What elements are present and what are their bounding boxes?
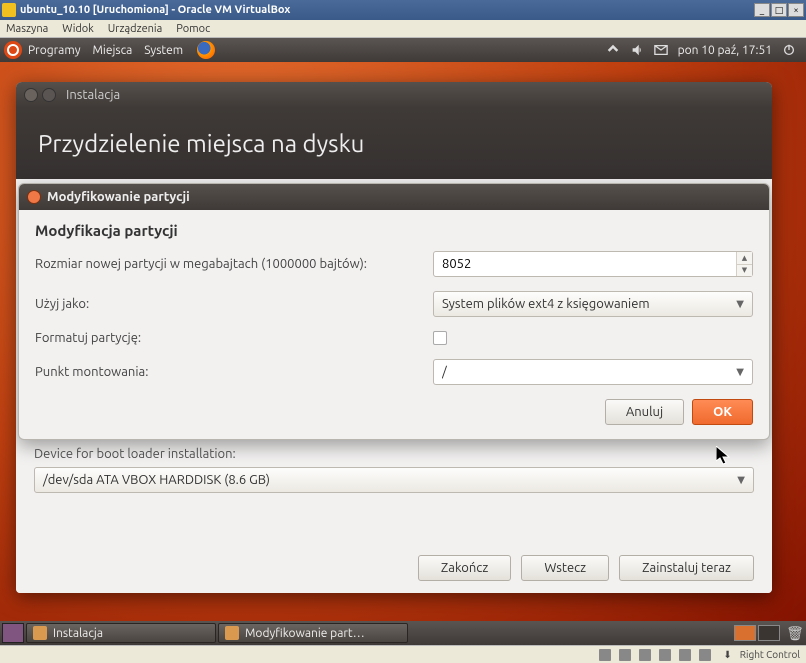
gnome-menu-places[interactable]: Miejsca — [92, 44, 132, 57]
back-button[interactable]: Wstecz — [521, 555, 609, 581]
status-mouse-icon[interactable] — [699, 649, 711, 661]
dialog-close-button[interactable] — [27, 190, 41, 204]
use-as-combo[interactable]: System plików ext4 z księgowaniem ▼ — [433, 291, 753, 317]
spin-down-icon[interactable]: ▼ — [737, 265, 752, 277]
chevron-down-icon: ▼ — [737, 474, 745, 486]
gnome-menu-applications[interactable]: Programy — [28, 44, 80, 57]
installer-titlebar[interactable]: Instalacja — [16, 82, 772, 108]
volume-icon[interactable] — [630, 43, 644, 57]
installer-heading: Przydzielenie miejsca na dysku — [38, 130, 364, 157]
vbox-menu-view[interactable]: Widok — [62, 23, 94, 35]
status-hdd-icon[interactable] — [599, 649, 611, 661]
vm-guest-display: Programy Miejsca System pon 10 paź, 17:5… — [0, 38, 806, 645]
mount-point-combo[interactable]: ▼ — [433, 359, 753, 385]
vbox-icon — [2, 3, 16, 17]
installer-minimize-button[interactable] — [42, 88, 56, 102]
status-shared-icon[interactable] — [679, 649, 691, 661]
window-icon — [225, 626, 239, 640]
workspace-switcher[interactable] — [734, 625, 780, 641]
firefox-launcher-icon[interactable] — [197, 41, 215, 59]
installer-button-row: Zakończ Wstecz Zainstaluj teraz — [418, 555, 754, 581]
chevron-down-icon: ▼ — [736, 298, 744, 310]
format-label: Formatuj partycję: — [35, 331, 433, 345]
installer-window: Instalacja Przydzielenie miejsca na dysk… — [16, 82, 772, 593]
bootloader-combo[interactable]: /dev/sda ATA VBOX HARDDISK (8.6 GB) ▼ — [34, 467, 754, 493]
host-key-label: Right Control — [740, 649, 800, 660]
bootloader-section: Device for boot loader installation: /de… — [16, 447, 772, 493]
vbox-menu-devices[interactable]: Urządzenia — [108, 23, 162, 35]
size-label: Rozmiar nowej partycji w megabajtach (10… — [35, 257, 433, 271]
mount-label: Punkt montowania: — [35, 365, 433, 379]
taskbar-label: Modyfikowanie part… — [245, 627, 365, 640]
installer-body: Device for boot loader installation: /de… — [16, 179, 772, 593]
vbox-window-title: ubuntu_10.10 [Uruchomiona] - Oracle VM V… — [20, 4, 753, 16]
bootloader-label: Device for boot loader installation: — [34, 447, 754, 461]
ubuntu-logo-icon[interactable] — [4, 41, 22, 59]
workspace-2[interactable] — [758, 625, 780, 641]
taskbar-item-installer[interactable]: Instalacja — [26, 623, 216, 643]
vbox-maximize-button[interactable]: □ — [771, 3, 787, 17]
format-checkbox[interactable] — [433, 331, 447, 345]
network-icon[interactable] — [606, 43, 620, 57]
dialog-heading: Modyfikacja partycji — [35, 222, 753, 239]
status-cd-icon[interactable] — [619, 649, 631, 661]
workspace-1[interactable] — [734, 625, 756, 641]
use-as-value: System plików ext4 z księgowaniem — [442, 297, 650, 311]
window-icon — [33, 626, 47, 640]
clock[interactable]: pon 10 paź, 17:51 — [678, 44, 772, 57]
installer-header: Przydzielenie miejsca na dysku — [16, 108, 772, 179]
mount-point-input[interactable] — [442, 365, 736, 379]
trash-icon[interactable]: 🗑 — [786, 624, 804, 642]
chevron-down-icon: ▼ — [736, 366, 744, 378]
vbox-minimize-button[interactable]: _ — [754, 3, 770, 17]
size-spinbox[interactable]: ▲ ▼ — [433, 251, 753, 277]
taskbar-item-dialog[interactable]: Modyfikowanie part… — [218, 623, 408, 643]
dialog-titlebar[interactable]: Modyfikowanie partycji — [19, 184, 769, 210]
spin-up-icon[interactable]: ▲ — [737, 252, 752, 265]
taskbar-label: Instalacja — [53, 627, 103, 640]
status-net-icon[interactable] — [639, 649, 651, 661]
dialog-title: Modyfikowanie partycji — [47, 190, 190, 204]
vbox-statusbar: ⬇ Right Control — [0, 645, 806, 663]
use-as-label: Użyj jako: — [35, 297, 433, 311]
install-now-button[interactable]: Zainstaluj teraz — [619, 555, 754, 581]
vbox-menu-machine[interactable]: Maszyna — [6, 23, 48, 35]
vbox-close-button[interactable]: × — [788, 3, 804, 17]
gnome-tray: pon 10 paź, 17:51 — [606, 43, 796, 57]
ok-button[interactable]: OK — [692, 399, 753, 425]
installer-close-button[interactable] — [24, 88, 38, 102]
bootloader-value: /dev/sda ATA VBOX HARDDISK (8.6 GB) — [43, 473, 270, 487]
vbox-titlebar: ubuntu_10.10 [Uruchomiona] - Oracle VM V… — [0, 0, 806, 20]
status-usb-icon[interactable] — [659, 649, 671, 661]
vbox-menubar: Maszyna Widok Urządzenia Pomoc — [0, 20, 806, 38]
vbox-menu-help[interactable]: Pomoc — [176, 23, 210, 35]
mail-icon[interactable] — [654, 43, 668, 57]
gnome-menu-system[interactable]: System — [144, 44, 183, 57]
gnome-top-panel: Programy Miejsca System pon 10 paź, 17:5… — [0, 38, 806, 62]
edit-partition-dialog: Modyfikowanie partycji Modyfikacja party… — [18, 183, 770, 440]
cancel-button[interactable]: Anuluj — [605, 399, 684, 425]
ubuntu-desktop: Programy Miejsca System pon 10 paź, 17:5… — [0, 38, 806, 645]
quit-button[interactable]: Zakończ — [418, 555, 511, 581]
installer-title: Instalacja — [66, 88, 120, 102]
gnome-bottom-panel: Instalacja Modyfikowanie part… 🗑 — [0, 621, 806, 645]
show-desktop-button[interactable] — [2, 623, 24, 643]
size-input[interactable] — [434, 252, 736, 276]
power-icon[interactable] — [782, 43, 796, 57]
